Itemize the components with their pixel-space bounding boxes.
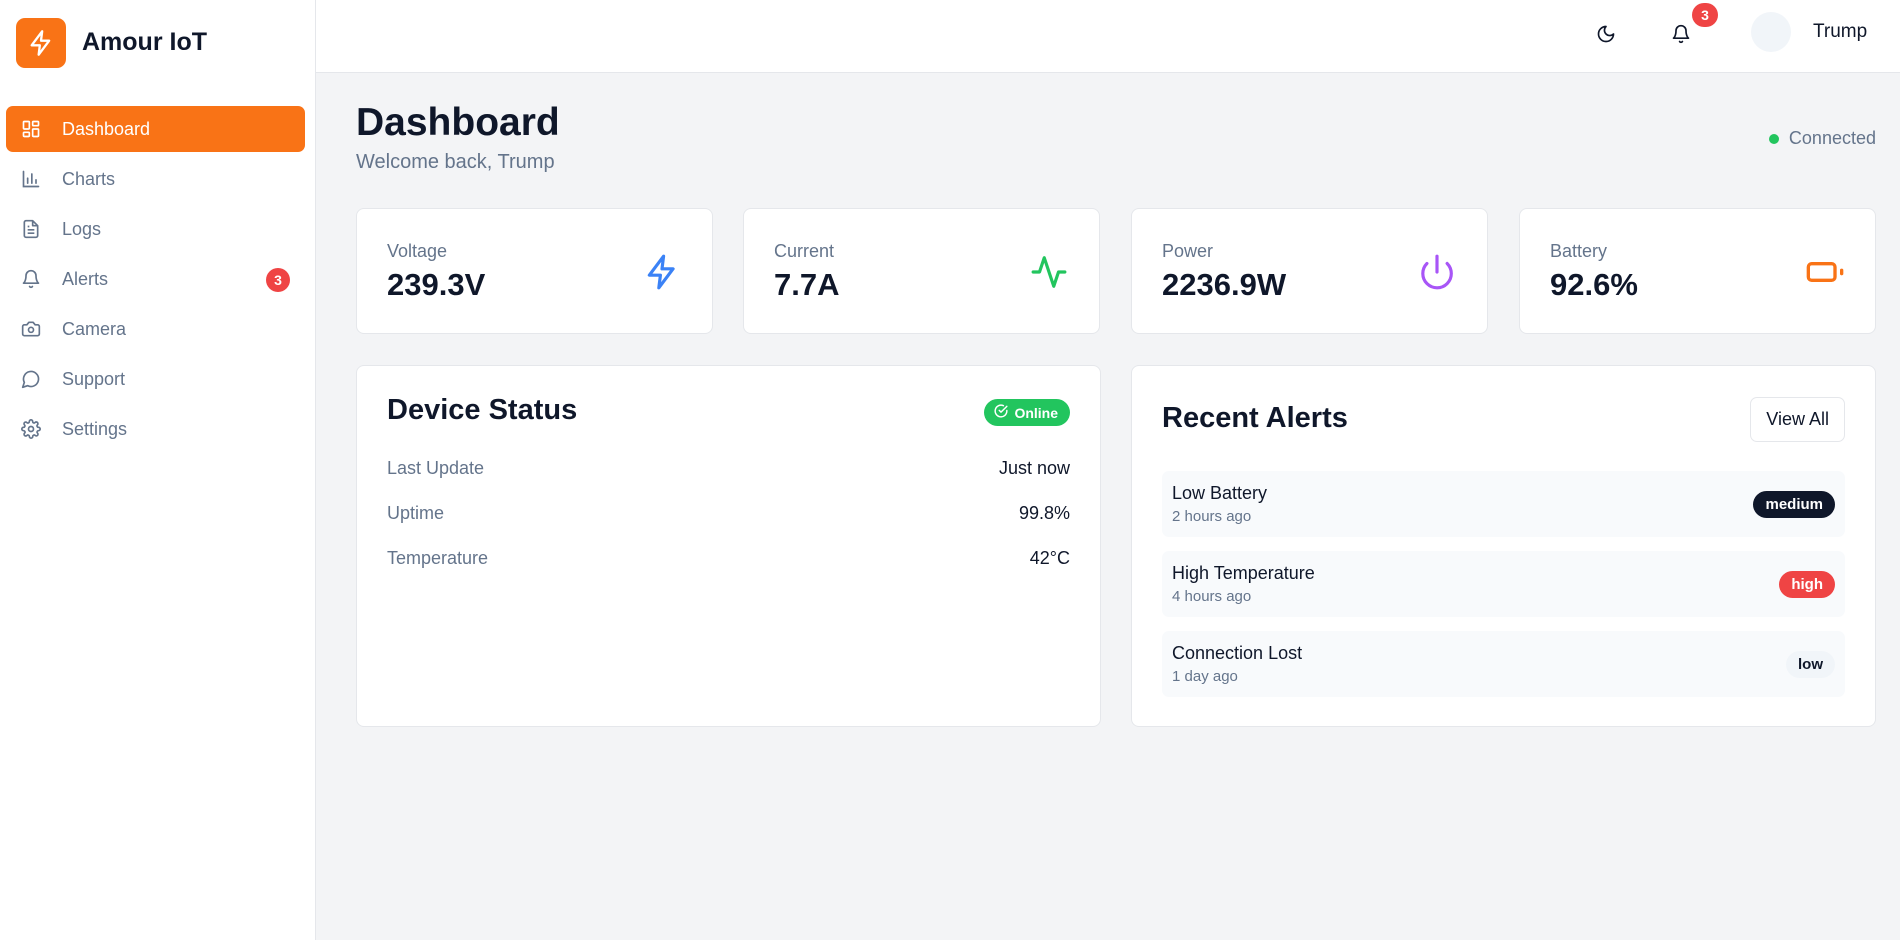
device-status-title: Device Status	[387, 394, 578, 426]
stat-card-power: Power 2236.9W	[1131, 208, 1488, 334]
stat-value: 92.6%	[1550, 267, 1638, 302]
alert-item[interactable]: Connection Lost 1 day ago low	[1162, 631, 1845, 697]
connection-status-label: Connected	[1788, 128, 1876, 148]
bell-icon	[1671, 24, 1691, 49]
brand[interactable]: Amour IoT	[16, 17, 207, 68]
sidebar-item-dashboard[interactable]: Dashboard	[6, 106, 305, 152]
sidebar-item-settings[interactable]: Settings	[6, 406, 305, 452]
status-row-value: 99.8%	[1018, 503, 1070, 523]
sidebar-item-alerts[interactable]: Alerts 3	[6, 256, 305, 302]
sidebar-item-support[interactable]: Support	[6, 356, 305, 402]
user-menu[interactable]: Trump	[1751, 12, 1867, 52]
camera-icon	[20, 318, 42, 340]
sidebar-item-label: Logs	[62, 218, 102, 239]
status-dot-icon	[1768, 133, 1779, 144]
battery-icon	[1805, 252, 1845, 292]
page-subtitle: Welcome back, Trump	[356, 151, 555, 173]
status-row-value: 42°C	[1029, 548, 1070, 568]
avatar	[1751, 12, 1791, 52]
power-icon	[1417, 252, 1457, 292]
sidebar-item-label: Charts	[62, 168, 116, 189]
sidebar-nav: Dashboard Charts Logs Alerts 3 Camera Su…	[6, 106, 305, 456]
severity-badge: low	[1786, 651, 1835, 678]
sidebar-item-label: Dashboard	[62, 118, 151, 139]
stat-label: Battery	[1550, 241, 1608, 261]
alert-item[interactable]: High Temperature 4 hours ago high	[1162, 551, 1845, 617]
sidebar-item-camera[interactable]: Camera	[6, 306, 305, 352]
status-row-label: Uptime	[387, 503, 445, 523]
alert-item[interactable]: Low Battery 2 hours ago medium	[1162, 471, 1845, 537]
stat-label: Voltage	[387, 241, 448, 261]
status-badge: Online	[984, 399, 1070, 426]
sidebar-item-label: Camera	[62, 318, 127, 339]
recent-alerts-title: Recent Alerts	[1162, 402, 1348, 434]
notification-count-badge: 3	[1692, 3, 1718, 27]
bell-icon	[20, 268, 42, 290]
status-row-last-update: Last Update Just now	[387, 458, 1070, 482]
status-row-label: Temperature	[387, 548, 489, 568]
alert-time: 4 hours ago	[1172, 588, 1252, 605]
stat-card-voltage: Voltage 239.3V	[356, 208, 713, 334]
lightning-logo-icon	[16, 17, 66, 68]
topbar: 3 Trump	[316, 0, 1900, 73]
stat-card-current: Current 7.7A	[743, 208, 1100, 334]
stat-label: Current	[774, 241, 835, 261]
sidebar-item-label: Support	[62, 368, 126, 389]
alerts-count-badge: 3	[266, 268, 290, 292]
activity-icon	[1029, 252, 1069, 292]
gear-icon	[20, 418, 42, 440]
dashboard-icon	[20, 118, 42, 140]
sidebar-item-label: Settings	[62, 418, 128, 439]
brand-name: Amour IoT	[82, 28, 207, 56]
status-badge-label: Online	[1014, 404, 1058, 421]
status-row-value: Just now	[998, 458, 1070, 478]
alert-time: 2 hours ago	[1172, 508, 1252, 525]
status-row-uptime: Uptime 99.8%	[387, 503, 1070, 527]
chat-icon	[20, 368, 42, 390]
device-status-card: Device Status Online Last Update Just no…	[356, 365, 1101, 727]
stat-value: 7.7A	[774, 267, 840, 302]
stat-card-battery: Battery 92.6%	[1519, 208, 1876, 334]
sidebar-item-charts[interactable]: Charts	[6, 156, 305, 202]
sidebar-item-label: Alerts	[62, 268, 109, 289]
chart-icon	[20, 168, 42, 190]
connection-status: Connected	[1768, 128, 1876, 149]
severity-badge: medium	[1753, 491, 1835, 518]
file-icon	[20, 218, 42, 240]
check-circle-icon	[994, 404, 1014, 421]
alert-time: 1 day ago	[1172, 668, 1238, 685]
sidebar: Amour IoT Dashboard Charts Logs Alerts 3…	[0, 0, 316, 940]
user-name: Trump	[1813, 21, 1868, 42]
theme-toggle-button[interactable]	[1586, 16, 1626, 56]
stat-value: 239.3V	[387, 267, 486, 302]
alert-title: Connection Lost	[1172, 643, 1303, 663]
status-row-label: Last Update	[387, 458, 485, 478]
page-title: Dashboard	[356, 101, 560, 144]
alert-title: High Temperature	[1172, 563, 1315, 583]
stat-value: 2236.9W	[1162, 267, 1287, 302]
severity-badge: high	[1779, 571, 1835, 598]
moon-icon	[1596, 24, 1616, 49]
recent-alerts-card: Recent Alerts View All Low Battery 2 hou…	[1131, 365, 1876, 727]
lightning-icon	[642, 252, 682, 292]
stat-label: Power	[1162, 241, 1214, 261]
view-all-button[interactable]: View All	[1750, 397, 1845, 442]
status-row-temperature: Temperature 42°C	[387, 548, 1070, 572]
alert-title: Low Battery	[1172, 483, 1268, 503]
sidebar-item-logs[interactable]: Logs	[6, 206, 305, 252]
